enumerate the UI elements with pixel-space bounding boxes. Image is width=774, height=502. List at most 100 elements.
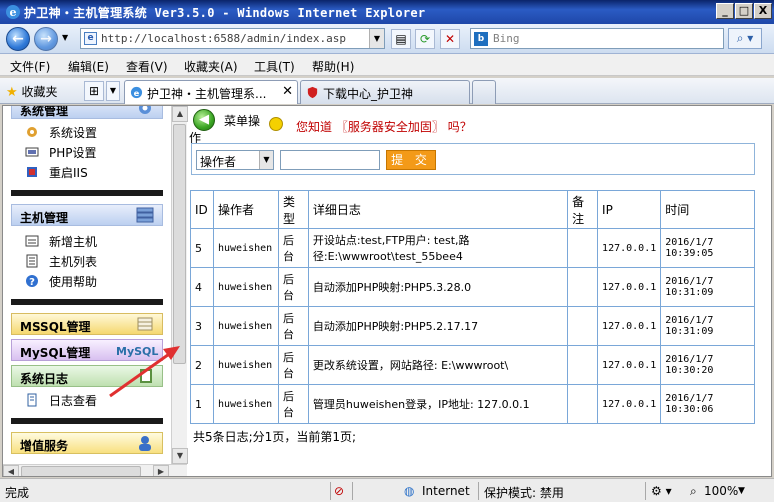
server-icon bbox=[136, 207, 154, 223]
zoom-level[interactable]: 100% bbox=[704, 484, 738, 498]
favorites-button[interactable]: ★ 收藏夹 bbox=[6, 83, 58, 100]
refresh-icon[interactable]: ⟳ bbox=[415, 29, 435, 49]
status-divider bbox=[352, 482, 353, 500]
cell-time: 2016/1/7 10:39:05 bbox=[660, 228, 755, 268]
col-header-time: 时间 bbox=[660, 190, 755, 229]
search-input[interactable]: b Bing bbox=[470, 28, 724, 49]
cell-note bbox=[567, 345, 599, 385]
sidebar-head-mssql[interactable]: MSSQL管理 bbox=[11, 313, 163, 335]
cell-type: 后台 bbox=[277, 345, 309, 385]
cell-ip: 127.0.0.1 bbox=[597, 384, 662, 424]
php-icon bbox=[25, 147, 39, 157]
cell-ip: 127.0.0.1 bbox=[597, 267, 662, 307]
sidebar-horizontal-scrollbar[interactable]: ◀ ▶ bbox=[3, 464, 187, 476]
sidebar: 系统管理 系统设置 PHP设置 重启IIS 主机管理 新增主机 主机列表 ? 使… bbox=[3, 106, 171, 464]
sidebar-item-label: 新增主机 bbox=[49, 235, 98, 249]
popup-blocked-icon[interactable]: ⊘ bbox=[334, 484, 344, 498]
zoom-magnifier-icon[interactable]: ⌕ bbox=[690, 484, 697, 499]
server-hardening-link[interactable]: 〖服务器安全加固〗 bbox=[336, 120, 444, 134]
new-tab-button[interactable] bbox=[472, 80, 496, 104]
tab-huweishen-admin[interactable]: e 护卫神・主机管理系... ✕ bbox=[124, 80, 298, 104]
cell-type: 后台 bbox=[277, 228, 309, 268]
sidebar-head-host[interactable]: 主机管理 bbox=[11, 204, 163, 226]
bing-icon: b bbox=[474, 32, 488, 46]
shield-logo-icon bbox=[307, 86, 318, 99]
cell-detail: 管理员huweishen登录，IP地址: 127.0.0.1 bbox=[307, 384, 569, 424]
cell-note bbox=[567, 267, 599, 307]
scroll-down-icon[interactable]: ▼ bbox=[172, 448, 188, 464]
chevron-down-icon[interactable]: ▼ bbox=[259, 151, 273, 169]
table-row: 1 huweishen 后台 管理员huweishen登录，IP地址: 127.… bbox=[190, 384, 755, 424]
history-dropdown-icon[interactable]: ▼ bbox=[62, 33, 68, 42]
svg-text:MySQL: MySQL bbox=[116, 345, 158, 358]
operator-select-value: 操作者 bbox=[200, 155, 237, 169]
sidebar-head-mysql[interactable]: MySQL管理 MySQL bbox=[11, 339, 163, 361]
operator-select[interactable]: 操作者 ▼ bbox=[196, 150, 274, 170]
gear-icon bbox=[139, 106, 151, 114]
menu-view[interactable]: 查看(V) bbox=[126, 58, 168, 75]
col-header-note: 备注 bbox=[567, 190, 599, 229]
maximize-button[interactable]: □ bbox=[735, 3, 753, 19]
scroll-thumb[interactable] bbox=[21, 466, 141, 476]
title-bar: e 护卫神・主机管理系统 Ver3.5.0 - Windows Internet… bbox=[0, 0, 774, 24]
scroll-right-icon[interactable]: ▶ bbox=[153, 465, 169, 476]
address-field[interactable]: e http://localhost:6588/admin/index.asp … bbox=[80, 28, 385, 49]
sidebar-item-label: 使用帮助 bbox=[49, 275, 98, 289]
quick-tabs-icon[interactable]: ⊞ bbox=[84, 81, 104, 101]
cell-detail: 更改系统设置，网站路径: E:\wwwroot\ bbox=[307, 345, 569, 385]
minimize-button[interactable]: _ bbox=[716, 3, 734, 19]
menu-edit[interactable]: 编辑(E) bbox=[68, 58, 109, 75]
scroll-up-icon[interactable]: ▲ bbox=[172, 106, 188, 122]
cell-id: 5 bbox=[190, 228, 214, 268]
star-icon: ★ bbox=[6, 85, 18, 100]
status-divider bbox=[478, 482, 479, 500]
back-nav-button[interactable]: ← bbox=[6, 27, 30, 51]
log-summary: 共5条日志;分1页，当前第1页; bbox=[193, 430, 356, 444]
cell-detail: 自动添加PHP映射:PHP5.3.28.0 bbox=[307, 267, 569, 307]
close-window-button[interactable]: X bbox=[754, 3, 772, 19]
scroll-left-icon[interactable]: ◀ bbox=[3, 465, 19, 476]
stop-icon[interactable]: ✕ bbox=[440, 29, 460, 49]
cell-time: 2016/1/7 10:31:09 bbox=[660, 267, 755, 307]
main-pane: ◀ 菜单操 作 您知道 〖服务器安全加固〗 吗？ 操作者 ▼ 提 交 ID 操作 bbox=[189, 106, 771, 476]
log-book-icon bbox=[140, 369, 152, 383]
sidebar-head-label: MSSQL管理 bbox=[20, 320, 91, 334]
tab-title: 下载中心_护卫神 bbox=[323, 87, 414, 101]
col-header-type: 类型 bbox=[277, 190, 309, 229]
menu-op-label[interactable]: 菜单操 bbox=[224, 112, 260, 129]
settings-dropdown-icon[interactable]: ⚙ ▾ bbox=[651, 484, 672, 498]
search-button[interactable]: ⌕ ▾ bbox=[728, 28, 762, 49]
sidebar-vertical-scrollbar[interactable]: ▲ ▼ bbox=[171, 106, 188, 464]
menu-toggle-button[interactable]: ◀ bbox=[193, 109, 215, 131]
sidebar-head-system[interactable]: 系统管理 bbox=[11, 106, 163, 119]
col-header-id: ID bbox=[190, 190, 214, 229]
sidebar-divider bbox=[11, 418, 163, 424]
compatibility-view-icon[interactable]: ▤ bbox=[391, 29, 411, 49]
window-title: 护卫神・主机管理系统 Ver3.5.0 - Windows Internet E… bbox=[24, 6, 426, 20]
address-dropdown-icon[interactable]: ▼ bbox=[369, 29, 384, 48]
menu-file[interactable]: 文件(F) bbox=[10, 58, 50, 75]
tip-prefix: 您知道 bbox=[296, 120, 333, 134]
submit-button[interactable]: 提 交 bbox=[386, 150, 436, 170]
forward-nav-button[interactable]: → bbox=[34, 27, 58, 51]
sidebar-head-syslog[interactable]: 系统日志 bbox=[11, 365, 163, 387]
cell-operator: huweishen bbox=[212, 267, 279, 307]
zoom-dropdown-icon[interactable]: ▼ bbox=[738, 486, 745, 496]
tab-list-dropdown-icon[interactable]: ▼ bbox=[106, 81, 120, 101]
sidebar-item-label: 重启IIS bbox=[49, 166, 88, 180]
status-bar: 完成 ⊘ ◍ Internet 保护模式: 禁用 ⚙ ▾ ⌕ 100% ▼ bbox=[0, 478, 774, 502]
sidebar-item-label: 主机列表 bbox=[49, 255, 98, 269]
svg-text:e: e bbox=[134, 88, 140, 98]
menu-tools[interactable]: 工具(T) bbox=[254, 58, 295, 75]
menu-help[interactable]: 帮助(H) bbox=[312, 58, 354, 75]
scroll-thumb[interactable] bbox=[173, 124, 186, 364]
sidebar-head-value-added[interactable]: 增值服务 bbox=[11, 432, 163, 454]
keyword-input[interactable] bbox=[280, 150, 380, 170]
add-host-icon bbox=[25, 235, 39, 247]
help-icon: ? bbox=[26, 275, 38, 288]
mysql-logo-icon: MySQL bbox=[116, 345, 158, 358]
tab-download-center[interactable]: 下载中心_护卫神 bbox=[300, 80, 470, 104]
filter-bar: 操作者 ▼ 提 交 bbox=[191, 143, 755, 175]
menu-favorites[interactable]: 收藏夹(A) bbox=[184, 58, 238, 75]
close-tab-icon[interactable]: ✕ bbox=[282, 84, 293, 99]
